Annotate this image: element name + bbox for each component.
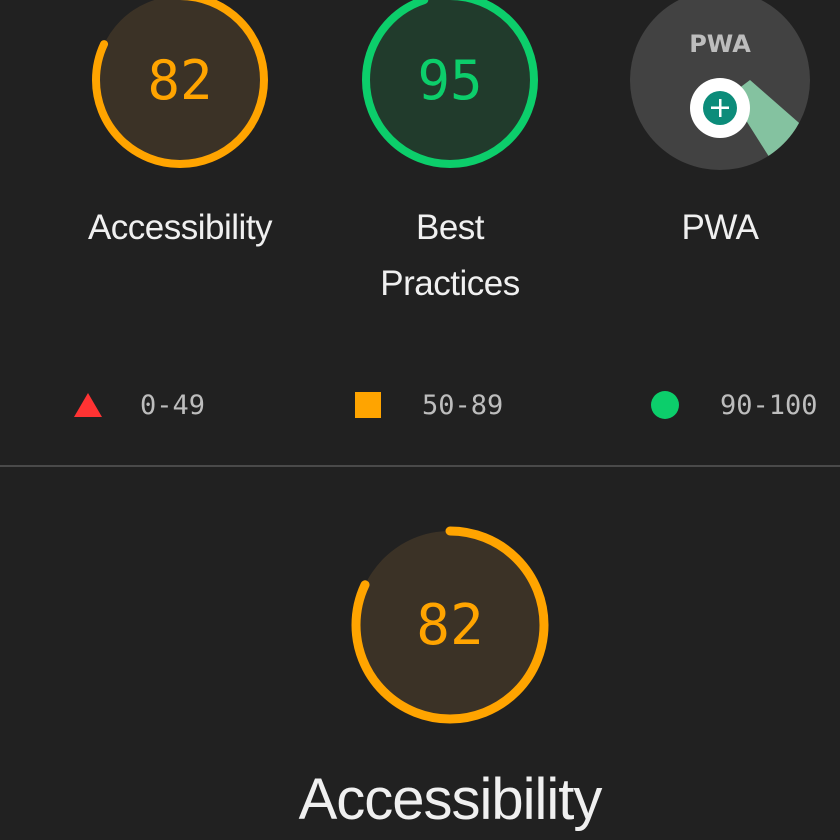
legend-range-fail: 0-49 xyxy=(140,389,206,421)
selected-category-gauge: 82 xyxy=(350,525,550,725)
best-practices-gauge[interactable]: 95 xyxy=(360,0,540,170)
section-divider xyxy=(0,465,840,467)
legend-item-fail: 0-49 xyxy=(72,383,205,427)
legend-item-pass: 90-100 xyxy=(650,383,818,427)
legend-range-average: 50-89 xyxy=(422,389,504,421)
accessibility-score: 82 xyxy=(147,48,213,112)
accessibility-gauge[interactable]: 82 xyxy=(90,0,270,170)
pwa-gauge[interactable]: PWA xyxy=(630,0,810,170)
legend-item-average: 50-89 xyxy=(354,383,503,427)
green-circle-icon xyxy=(651,391,679,419)
best-practices-score: 95 xyxy=(417,48,483,112)
selected-category-score: 82 xyxy=(416,592,484,658)
orange-square-icon xyxy=(355,392,381,418)
red-triangle-icon xyxy=(74,393,102,417)
pwa-label: PWA xyxy=(681,208,759,247)
best-practices-label: Best Practices xyxy=(380,208,520,303)
selected-category-title: Accessibility xyxy=(298,767,603,832)
accessibility-label: Accessibility xyxy=(87,208,273,247)
pwa-badge-text: PWA xyxy=(689,30,751,58)
legend-range-pass: 90-100 xyxy=(720,389,818,421)
pwa-badge-icon: PWA xyxy=(630,0,810,170)
